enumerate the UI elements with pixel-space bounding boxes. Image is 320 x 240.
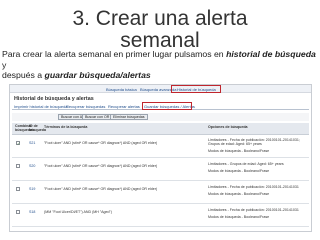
row-terms: (MM "Foot Ulcer/DI/ET") AND (MH "Aged"): [44, 210, 113, 214]
row-modes: Modos de búsqueda - Booleano/Frase: [208, 149, 270, 153]
col-options: Opciones de búsqueda: [208, 125, 248, 129]
body-text-mid: y: [2, 59, 7, 70]
row-limiters: Limitadores - Fecha de publicación: 2010…: [208, 138, 300, 147]
row-modes: Modos de búsqueda - Booleano/Frase: [208, 215, 270, 219]
slide-title-line1: 3. Crear una alerta: [72, 7, 248, 30]
row-checkbox[interactable]: [16, 164, 20, 168]
highlight-history-link: [171, 85, 221, 93]
highlight-save-tab: [142, 102, 192, 110]
nav-basic-search[interactable]: Búsqueda básica: [106, 87, 137, 92]
col-terms: Términos de la búsqueda: [44, 125, 88, 129]
search-or-button[interactable]: Buscar con OR: [82, 114, 113, 120]
row-modes: Modos de búsqueda - Booleano/Frase: [208, 169, 270, 173]
slide-title: 3. Crear una alerta semanal: [20, 8, 300, 52]
history-screenshot: Búsqueda básica Búsqueda avanzada Histor…: [9, 84, 312, 232]
row-checkbox[interactable]: [16, 210, 20, 214]
body-em-save: guardar búsqueda/alertas: [44, 70, 151, 81]
table-row: S20 "Foot ulcer" AND (stint* OR cause* O…: [12, 159, 309, 181]
body-text-pre: Para crear la alerta semanal en primer l…: [2, 49, 227, 59]
row-limiters: Limitadores - Fecha de publicación: 2010…: [208, 185, 299, 189]
row-terms: "Foot ulcer" AND (stint* OR cause* OR di…: [44, 164, 158, 168]
row-terms: "Foot ulcer" AND (stint* OR cause* OR di…: [44, 187, 158, 191]
row-modes: Modos de búsqueda - Booleano/Frase: [208, 192, 270, 196]
tab-retrieve-searches[interactable]: Recuperar búsquedas: [66, 104, 105, 109]
row-search-id[interactable]: S20: [29, 164, 35, 168]
tab-print-history[interactable]: Imprimir historial de búsqueda: [14, 104, 68, 109]
row-checkbox[interactable]: ✓: [16, 141, 20, 146]
action-bar: Buscar con AND Buscar con OR Eliminar bú…: [12, 113, 309, 121]
table-row: S18 (MM "Foot Ulcer/DI/ET") AND (MH "Age…: [12, 205, 309, 227]
body-em-history: historial de búsqueda: [226, 49, 316, 59]
row-limiters: Limitadores - Fecha de publicación: 2010…: [208, 208, 299, 212]
row-checkbox[interactable]: [16, 187, 20, 191]
table-row: ✓ S21 "Foot ulcer" AND (stint* OR cause*…: [12, 136, 309, 158]
table-header: Combinar búsquedas ID de búsqueda Términ…: [12, 123, 309, 135]
row-search-id[interactable]: S21: [29, 141, 35, 145]
row-terms: "Foot ulcer" AND (stint* OR cause* OR di…: [44, 141, 158, 145]
row-search-id[interactable]: S18: [29, 210, 35, 214]
col-search-id: ID de búsqueda: [29, 124, 46, 133]
delete-searches-button[interactable]: Eliminar búsquedas: [110, 114, 148, 120]
row-limiters: Limitadores - Grupos de edad: Aged: 65+ …: [208, 162, 284, 166]
tab-retrieve-alerts[interactable]: Recuperar alertas: [108, 104, 140, 109]
slide-body: Para crear la alerta semanal en primer l…: [2, 49, 318, 81]
col-combine: Combinar búsquedas: [15, 124, 34, 133]
page-title: Historial de búsqueda y alertas: [14, 96, 94, 102]
top-navigation-bar: Búsqueda básica Búsqueda avanzada Histor…: [10, 85, 311, 93]
body-text-line2: después a: [2, 70, 45, 81]
table-row: S19 "Foot ulcer" AND (stint* OR cause* O…: [12, 182, 309, 204]
row-search-id[interactable]: S19: [29, 187, 35, 191]
